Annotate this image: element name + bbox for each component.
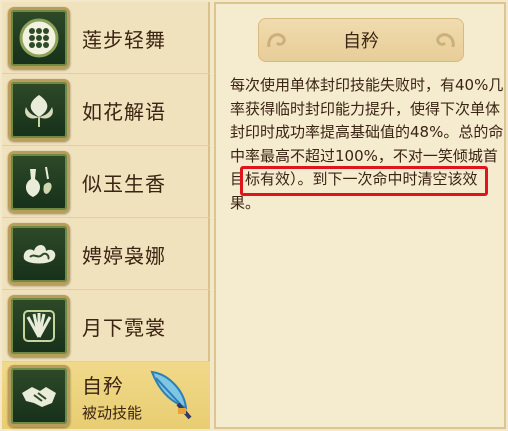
cloud-icon xyxy=(8,223,70,285)
skill-row-yuexianichang[interactable]: 月下霓裳 xyxy=(2,290,210,362)
skill-type-label: 被动技能 xyxy=(82,404,143,422)
skill-window: 莲步轻舞 如花解语 似玉生香 娉婷袅娜 月下霓裳 自矜 被动技能 自矜 每次使用… xyxy=(0,0,508,431)
skill-detail-panel: 自矜 每次使用单体封印技能失败时，有40%几率获得临时封印能力提升，使得下次单体… xyxy=(214,2,506,429)
skill-row-pingtingniaonuo[interactable]: 娉婷袅娜 xyxy=(2,218,210,290)
skill-title-banner: 自矜 xyxy=(258,18,464,62)
handshake-icon xyxy=(8,365,70,427)
skill-title: 自矜 xyxy=(343,31,379,52)
skill-name: 月下霓裳 xyxy=(82,316,166,340)
cloud-ornament-icon xyxy=(436,33,455,48)
skill-row-ruhuajieyu[interactable]: 如花解语 xyxy=(2,74,210,146)
lotus-grid-icon xyxy=(8,7,70,69)
highlight-annotation-box xyxy=(240,166,488,196)
skill-name: 似玉生香 xyxy=(82,172,166,196)
flower-icon xyxy=(8,79,70,141)
skill-row-siyushengxiang[interactable]: 似玉生香 xyxy=(2,146,210,218)
skill-row-lianbuqingwu[interactable]: 莲步轻舞 xyxy=(2,2,210,74)
feather-icon xyxy=(150,370,192,420)
skill-list: 莲步轻舞 如花解语 似玉生香 娉婷袅娜 月下霓裳 自矜 被动技能 xyxy=(2,2,210,429)
fan-icon xyxy=(8,295,70,357)
vase-icon xyxy=(8,151,70,213)
skill-name: 自矜 xyxy=(82,374,124,398)
skill-name: 如花解语 xyxy=(82,100,166,124)
skill-name: 娉婷袅娜 xyxy=(82,244,166,268)
cloud-ornament-icon xyxy=(267,33,286,48)
skill-name: 莲步轻舞 xyxy=(82,28,166,52)
